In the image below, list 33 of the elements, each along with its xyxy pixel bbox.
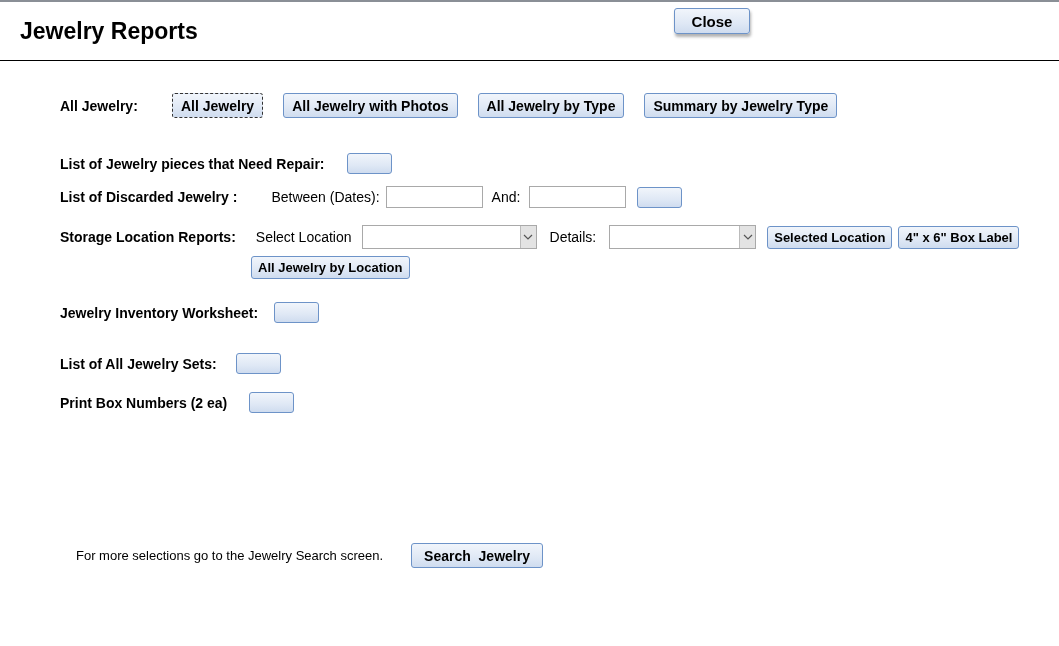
report-button[interactable]: 4" x 6" Box Label	[898, 225, 1020, 249]
location-dropdown[interactable]	[361, 225, 537, 249]
end-date-field[interactable]	[529, 186, 627, 208]
chevron-down-icon	[523, 234, 534, 240]
close-button[interactable]: Close	[674, 8, 750, 34]
section-label: All Jewelry:	[60, 97, 139, 114]
report-button[interactable]: Selected Location	[767, 225, 893, 249]
run-report-button[interactable]	[637, 186, 683, 208]
run-report-button[interactable]	[235, 353, 281, 374]
report-button[interactable]: Summary by Jewelry Type	[644, 93, 838, 118]
hint-text: For more selections go to the Jewelry Search screen.	[76, 548, 384, 563]
section-label: Jewelry Inventory Worksheet:	[60, 304, 259, 321]
field-label: And:	[491, 189, 521, 205]
run-report-button[interactable]	[346, 153, 392, 174]
report-button[interactable]: All Jewelry with Photos	[283, 93, 458, 118]
search-button[interactable]: Search Jewelry	[411, 543, 543, 568]
start-date-field[interactable]	[385, 186, 483, 208]
section-label: Storage Location Reports:	[60, 229, 236, 245]
run-report-button[interactable]	[274, 302, 320, 323]
report-button[interactable]: All Jewelry by Location	[251, 256, 410, 279]
field-label: Select Location	[255, 229, 352, 245]
report-button[interactable]: All Jewelry by Type	[477, 93, 625, 118]
report-button[interactable]: All Jewelry	[172, 93, 264, 118]
field-label: Between (Dates):	[271, 189, 380, 205]
run-report-button[interactable]	[249, 392, 295, 413]
section-label: List of Jewelry pieces that Need Repair:	[60, 155, 325, 172]
section-label: Print Box Numbers (2 ea)	[60, 394, 228, 411]
form-title: Jewelry Reports	[20, 18, 199, 45]
chevron-down-icon	[742, 234, 753, 240]
section-label: List of Discarded Jewelry :	[60, 189, 238, 205]
details-dropdown[interactable]	[609, 225, 757, 249]
field-label: Details:	[549, 229, 597, 245]
section-label: List of All Jewelry Sets:	[60, 355, 217, 372]
